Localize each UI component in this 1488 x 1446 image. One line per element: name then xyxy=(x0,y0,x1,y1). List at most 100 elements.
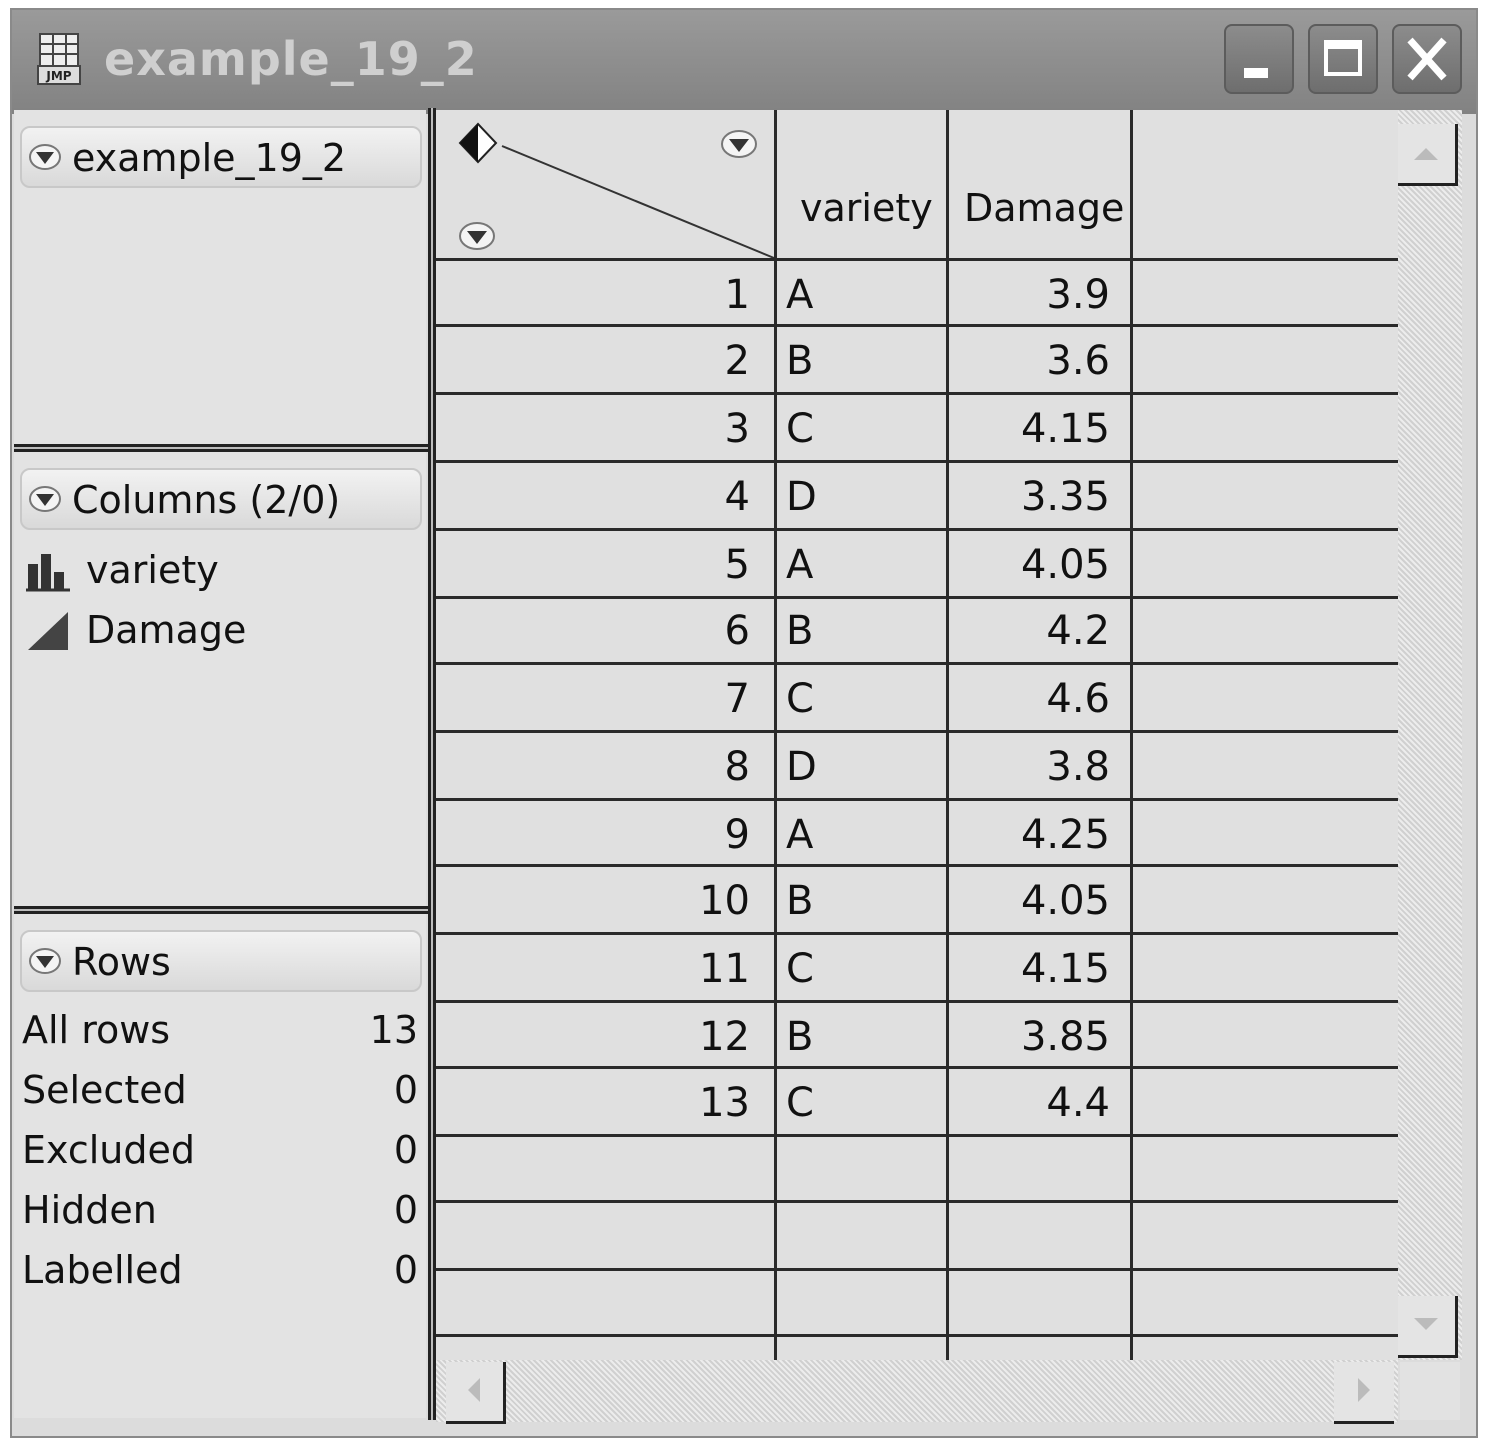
scroll-left-button[interactable] xyxy=(446,1362,506,1424)
cell-damage[interactable]: 3.85 xyxy=(946,1004,1110,1070)
columns-header-label: Columns (2/0) xyxy=(72,478,341,522)
row-stat-label: Selected xyxy=(22,1068,187,1112)
row-number[interactable]: 4 xyxy=(450,464,750,530)
close-icon xyxy=(1407,37,1447,81)
row-number[interactable]: 2 xyxy=(450,328,750,394)
disclosure-triangle-icon[interactable] xyxy=(28,142,62,172)
cell-variety[interactable]: C xyxy=(786,396,814,462)
row-stat-value: 0 xyxy=(393,1188,418,1232)
minimize-button[interactable] xyxy=(1224,24,1294,94)
panel-divider[interactable] xyxy=(14,906,430,914)
cell-damage[interactable]: 3.9 xyxy=(946,262,1110,328)
nominal-bar-chart-icon xyxy=(26,554,70,592)
cell-variety[interactable]: B xyxy=(786,868,813,934)
rows-panel-header[interactable]: Rows xyxy=(20,930,422,992)
cell-variety[interactable]: A xyxy=(786,262,813,328)
cell-damage[interactable]: 4.2 xyxy=(946,598,1110,664)
cell-damage[interactable]: 3.35 xyxy=(946,464,1110,530)
minimize-icon xyxy=(1244,68,1268,78)
row-number[interactable]: 13 xyxy=(450,1070,750,1136)
grid-hline xyxy=(436,1334,1398,1337)
grid-hline xyxy=(436,1200,1398,1203)
cell-damage[interactable]: 4.4 xyxy=(946,1070,1110,1136)
row-menu-triangle-icon[interactable] xyxy=(458,220,496,252)
row-stat-value: 0 xyxy=(393,1128,418,1172)
row-stat-value: 0 xyxy=(393,1068,418,1112)
row-number[interactable]: 7 xyxy=(450,666,750,732)
row-stat-label: Excluded xyxy=(22,1128,195,1172)
row-stat-selected: Selected 0 xyxy=(22,1068,418,1120)
cell-damage[interactable]: 3.6 xyxy=(946,328,1110,394)
jmp-table-icon: JMP xyxy=(37,33,81,85)
cell-damage[interactable]: 3.8 xyxy=(946,734,1110,800)
cell-damage[interactable]: 4.05 xyxy=(946,532,1110,598)
row-stat-excluded: Excluded 0 xyxy=(22,1128,418,1180)
cell-damage[interactable]: 4.05 xyxy=(946,868,1110,934)
columns-panel-header[interactable]: Columns (2/0) xyxy=(20,468,422,530)
cell-variety[interactable]: B xyxy=(786,598,813,664)
column-header-variety[interactable]: variety xyxy=(800,186,933,230)
row-stat-all-rows: All rows 13 xyxy=(22,1008,418,1060)
table-name-label: example_19_2 xyxy=(72,136,347,180)
scrollbar-corner xyxy=(1400,1362,1460,1420)
row-number[interactable]: 3 xyxy=(450,396,750,462)
scroll-up-arrow-icon xyxy=(1414,148,1438,160)
row-state-diamond-icon[interactable] xyxy=(458,122,498,164)
horizontal-scrollbar[interactable] xyxy=(436,1360,1398,1424)
grid-hline xyxy=(436,258,1398,261)
row-number[interactable]: 5 xyxy=(450,532,750,598)
pane-splitter[interactable] xyxy=(428,108,436,1420)
table-panel-header[interactable]: example_19_2 xyxy=(20,126,422,188)
cell-variety[interactable]: C xyxy=(786,666,814,732)
maximize-button[interactable] xyxy=(1308,24,1378,94)
row-stat-value: 0 xyxy=(393,1248,418,1292)
grid-vline xyxy=(774,110,777,1360)
cell-damage[interactable]: 4.6 xyxy=(946,666,1110,732)
column-name: variety xyxy=(86,548,219,592)
cell-variety[interactable]: B xyxy=(786,328,813,394)
scroll-up-button[interactable] xyxy=(1398,124,1458,186)
app-icon-text: JMP xyxy=(45,69,71,83)
row-stat-hidden: Hidden 0 xyxy=(22,1188,418,1240)
continuous-ramp-icon xyxy=(28,612,68,650)
cell-variety[interactable]: B xyxy=(786,1004,813,1070)
row-stat-labelled: Labelled 0 xyxy=(22,1248,418,1300)
panel-divider[interactable] xyxy=(14,444,430,452)
row-stat-label: All rows xyxy=(22,1008,171,1052)
rows-header-label: Rows xyxy=(72,940,171,984)
vertical-scrollbar[interactable] xyxy=(1398,110,1462,1360)
cell-variety[interactable]: C xyxy=(786,1070,814,1136)
scroll-left-arrow-icon xyxy=(468,1378,480,1402)
disclosure-triangle-icon[interactable] xyxy=(28,484,62,514)
column-menu-triangle-icon[interactable] xyxy=(720,128,758,160)
row-number[interactable]: 8 xyxy=(450,734,750,800)
column-name: Damage xyxy=(86,608,247,652)
grid-vline xyxy=(1130,110,1133,1360)
cell-damage[interactable]: 4.15 xyxy=(946,396,1110,462)
scroll-right-arrow-icon xyxy=(1358,1378,1370,1402)
row-number[interactable]: 1 xyxy=(450,262,750,328)
cell-damage[interactable]: 4.15 xyxy=(946,936,1110,1002)
scroll-down-arrow-icon xyxy=(1414,1318,1438,1330)
cell-variety[interactable]: D xyxy=(786,734,817,800)
maximize-icon xyxy=(1324,40,1362,76)
disclosure-triangle-icon[interactable] xyxy=(28,946,62,976)
scroll-right-button[interactable] xyxy=(1334,1362,1394,1424)
cell-variety[interactable]: A xyxy=(786,532,813,598)
column-header-damage[interactable]: Damage xyxy=(964,186,1124,230)
row-number[interactable]: 10 xyxy=(450,868,750,934)
scroll-down-button[interactable] xyxy=(1398,1296,1458,1358)
cell-variety[interactable]: A xyxy=(786,802,813,868)
row-number[interactable]: 9 xyxy=(450,802,750,868)
row-stat-value: 13 xyxy=(369,1008,418,1052)
title-bar[interactable]: JMP example_19_2 xyxy=(12,10,1476,114)
row-number[interactable]: 11 xyxy=(450,936,750,1002)
grid-hline xyxy=(436,1268,1398,1271)
row-stat-label: Hidden xyxy=(22,1188,157,1232)
row-number[interactable]: 12 xyxy=(450,1004,750,1070)
cell-damage[interactable]: 4.25 xyxy=(946,802,1110,868)
cell-variety[interactable]: C xyxy=(786,936,814,1002)
close-button[interactable] xyxy=(1392,24,1462,94)
row-number[interactable]: 6 xyxy=(450,598,750,664)
cell-variety[interactable]: D xyxy=(786,464,817,530)
